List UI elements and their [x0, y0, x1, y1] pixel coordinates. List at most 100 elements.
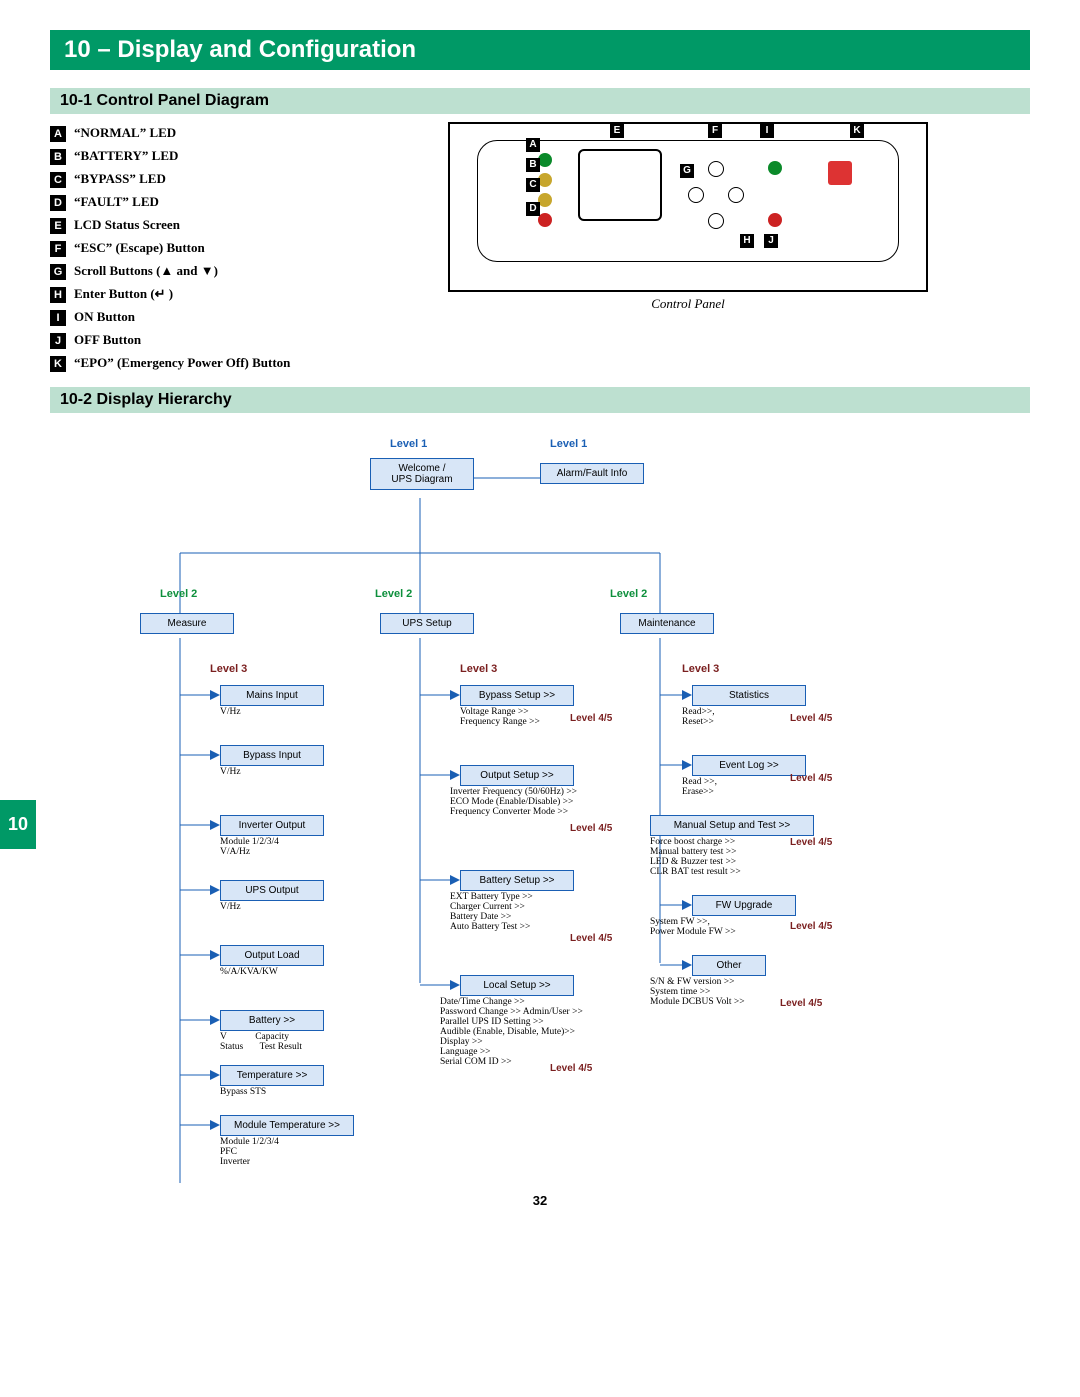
- legend-e: LCD Status Screen: [74, 217, 180, 232]
- led-bypass-icon: [538, 193, 552, 207]
- on-button-icon: [768, 161, 782, 175]
- key-j: J: [50, 333, 66, 349]
- key-e: E: [50, 218, 66, 234]
- led-fault-icon: [538, 213, 552, 227]
- legend-j: OFF Button: [74, 332, 141, 347]
- legend-k: “EPO” (Emergency Power Off) Button: [74, 355, 290, 370]
- section-10-2: 10-2 Display Hierarchy: [50, 387, 1030, 413]
- key-f: F: [50, 241, 66, 257]
- legend-c: “BYPASS” LED: [74, 171, 166, 186]
- box-statistics: Statistics: [692, 685, 806, 706]
- lvl45-b: Level 4/5: [570, 823, 612, 834]
- callout-k: K: [850, 124, 864, 138]
- sub-eventlog: Read >>, Erase>>: [682, 777, 717, 797]
- lvl45-d: Level 4/5: [550, 1063, 592, 1074]
- box-manual-test: Manual Setup and Test >>: [650, 815, 814, 836]
- led-normal-icon: [538, 153, 552, 167]
- box-output-load: Output Load: [220, 945, 324, 966]
- scroll-up-icon: [688, 187, 704, 203]
- chapter-tab: 10: [0, 800, 36, 849]
- level2-label-a: Level 2: [160, 588, 197, 600]
- lvl45-f: Level 4/5: [790, 773, 832, 784]
- box-bypass-setup: Bypass Setup >>: [460, 685, 574, 706]
- sub-stats: Read>>, Reset>>: [682, 707, 715, 727]
- callout-e: E: [610, 124, 624, 138]
- lvl45-g: Level 4/5: [790, 837, 832, 848]
- sub-out-load: %/A/KVA/KW: [220, 967, 278, 977]
- legend-d: “FAULT” LED: [74, 194, 159, 209]
- legend-i: ON Button: [74, 309, 135, 324]
- callout-i: I: [760, 124, 774, 138]
- legend-g: Scroll Buttons (▲ and ▼): [74, 263, 218, 278]
- sub-ups-out: V/Hz: [220, 902, 241, 912]
- sub-inverter: Module 1/2/3/4 V/A/Hz: [220, 837, 279, 857]
- callout-b: B: [526, 158, 540, 172]
- callout-a: A: [526, 138, 540, 152]
- box-other: Other: [692, 955, 766, 976]
- sub-manual: Force boost charge >> Manual battery tes…: [650, 837, 741, 877]
- level2-label-c: Level 2: [610, 588, 647, 600]
- enter-button-icon: [708, 213, 724, 229]
- scroll-down-icon: [728, 187, 744, 203]
- sub-bypass: V/Hz: [220, 767, 241, 777]
- box-fw-upgrade: FW Upgrade: [692, 895, 796, 916]
- sub-battery: V Capacity Status Test Result: [220, 1032, 302, 1052]
- sub-mains: V/Hz: [220, 707, 241, 717]
- key-i: I: [50, 310, 66, 326]
- sub-bypass-setup: Voltage Range >> Frequency Range >>: [460, 707, 540, 727]
- box-mains-input: Mains Input: [220, 685, 324, 706]
- box-inverter-output: Inverter Output: [220, 815, 324, 836]
- box-bypass-input: Bypass Input: [220, 745, 324, 766]
- sub-other: S/N & FW version >> System time >> Modul…: [650, 977, 745, 1007]
- callout-j: J: [764, 234, 778, 248]
- sub-fw: System FW >>, Power Module FW >>: [650, 917, 736, 937]
- key-h: H: [50, 287, 66, 303]
- lvl45-c: Level 4/5: [570, 933, 612, 944]
- level3-label-a: Level 3: [210, 663, 247, 675]
- connector-lines: [50, 423, 950, 1223]
- chapter-title: 10 – Display and Configuration: [50, 30, 1030, 70]
- box-ups-setup: UPS Setup: [380, 613, 474, 634]
- level1-label-a: Level 1: [390, 438, 427, 450]
- box-alarm: Alarm/Fault Info: [540, 463, 644, 484]
- key-b: B: [50, 149, 66, 165]
- box-measure: Measure: [140, 613, 234, 634]
- legend-b: “BATTERY” LED: [74, 148, 178, 163]
- esc-button-icon: [708, 161, 724, 177]
- box-ups-output: UPS Output: [220, 880, 324, 901]
- lcd-screen-icon: [578, 149, 662, 221]
- legend-list: A“NORMAL” LED B“BATTERY” LED C“BYPASS” L…: [50, 122, 410, 375]
- lvl45-i: Level 4/5: [780, 998, 822, 1009]
- key-d: D: [50, 195, 66, 211]
- led-battery-icon: [538, 173, 552, 187]
- box-event-log: Event Log >>: [692, 755, 806, 776]
- control-panel-figure: A B C D E F G H I J K: [448, 122, 928, 292]
- level3-label-b: Level 3: [460, 663, 497, 675]
- box-module-temp: Module Temperature >>: [220, 1115, 354, 1136]
- box-output-setup: Output Setup >>: [460, 765, 574, 786]
- legend-f: “ESC” (Escape) Button: [74, 240, 205, 255]
- lvl45-h: Level 4/5: [790, 921, 832, 932]
- sub-modtemp: Module 1/2/3/4 PFC Inverter: [220, 1137, 279, 1167]
- callout-f: F: [708, 124, 722, 138]
- level2-label-b: Level 2: [375, 588, 412, 600]
- panel-caption: Control Panel: [448, 296, 928, 312]
- sub-temp: Bypass STS: [220, 1087, 266, 1097]
- legend-a: “NORMAL” LED: [74, 125, 176, 140]
- display-hierarchy-diagram: Level 1 Level 1 Welcome / UPS Diagram Al…: [50, 423, 1030, 1223]
- callout-d: D: [526, 202, 540, 216]
- key-c: C: [50, 172, 66, 188]
- callout-c: C: [526, 178, 540, 192]
- box-maintenance: Maintenance: [620, 613, 714, 634]
- sub-battery-setup: EXT Battery Type >> Charger Current >> B…: [450, 892, 533, 932]
- lvl45-e: Level 4/5: [790, 713, 832, 724]
- callout-g: G: [680, 164, 694, 178]
- key-k: K: [50, 356, 66, 372]
- level1-label-b: Level 1: [550, 438, 587, 450]
- lvl45-a: Level 4/5: [570, 713, 612, 724]
- box-welcome: Welcome / UPS Diagram: [370, 458, 474, 490]
- key-g: G: [50, 264, 66, 280]
- legend-h: Enter Button (↵ ): [74, 286, 173, 301]
- box-local-setup: Local Setup >>: [460, 975, 574, 996]
- callout-h: H: [740, 234, 754, 248]
